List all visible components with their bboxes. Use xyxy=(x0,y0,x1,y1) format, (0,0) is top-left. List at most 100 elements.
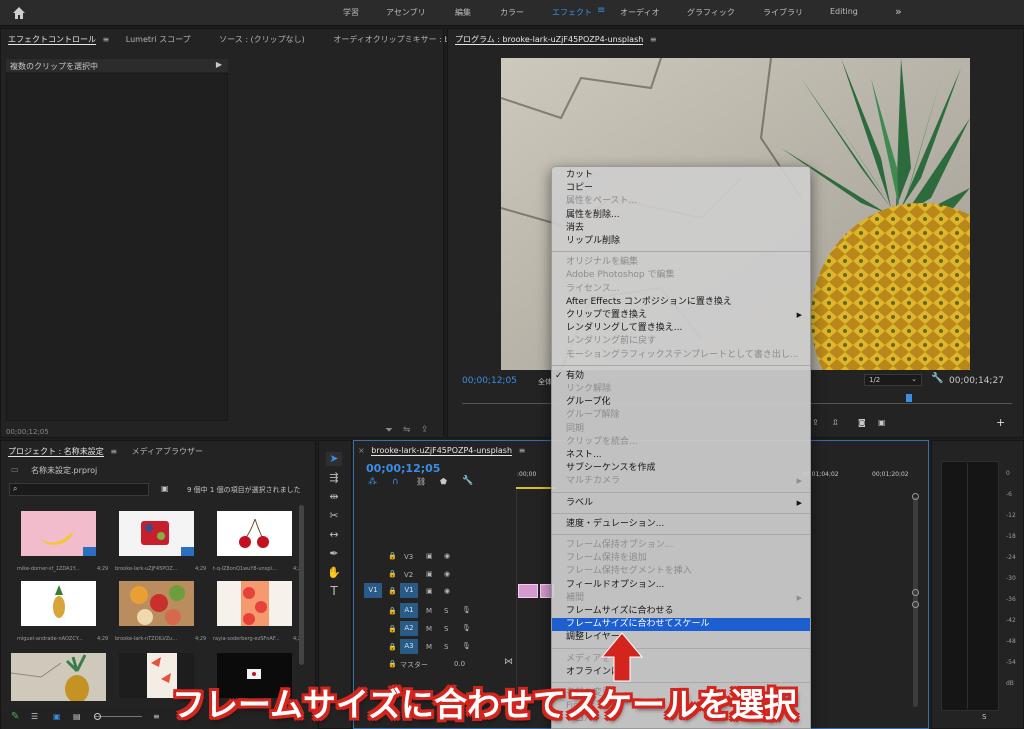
mute-button[interactable]: M xyxy=(426,625,432,633)
resolution-select[interactable]: 1/2 ⌄ xyxy=(864,374,922,386)
scroll-handle[interactable] xyxy=(912,601,919,608)
panel-menu-icon[interactable]: ≡ xyxy=(103,35,110,44)
workspace-tab-effects[interactable]: エフェクト xyxy=(552,7,592,18)
new-bin-icon[interactable]: ▣ xyxy=(161,484,169,493)
lift-icon[interactable]: ⇪ xyxy=(812,418,819,427)
track-lock-icon[interactable]: 🔒 xyxy=(388,587,397,595)
menu-item[interactable]: クリップで置き換え ▶ xyxy=(552,309,810,322)
compare-icon[interactable]: ▣ xyxy=(878,418,886,427)
microphone-icon[interactable]: 🎙 xyxy=(462,624,471,632)
tab-source[interactable]: ソース : (クリップなし) xyxy=(219,35,305,44)
menu-item[interactable]: 速度・デュレーション... xyxy=(552,518,810,531)
track-lock-icon[interactable]: 🔒 xyxy=(388,570,397,578)
menu-item[interactable]: フレームサイズに合わせる xyxy=(552,605,810,618)
solo-button[interactable]: S xyxy=(982,713,986,721)
add-marker-icon[interactable]: ⬟ xyxy=(440,477,447,486)
linked-selection-icon[interactable]: ⛓ xyxy=(416,477,426,486)
pen-tool-icon[interactable]: ✒ xyxy=(326,547,342,561)
camera-icon[interactable]: ◙ xyxy=(858,418,866,427)
clip[interactable] xyxy=(518,584,538,598)
slip-tool-icon[interactable]: ↔ xyxy=(326,528,342,542)
track-lock-icon[interactable]: 🔒 xyxy=(388,607,397,615)
scroll-handle[interactable] xyxy=(912,589,919,596)
tab-audio-clip-mixer[interactable]: オーディオクリップミキサー : br xyxy=(333,35,452,44)
project-search-input[interactable]: ⌕ xyxy=(9,483,149,496)
workspace-tab-graphics[interactable]: グラフィック xyxy=(687,7,735,18)
menu-item[interactable]: 有効 ✓ xyxy=(552,370,810,383)
tab-effect-controls[interactable]: エフェクトコントロール xyxy=(8,35,96,45)
solo-button[interactable]: S xyxy=(444,625,448,633)
freeform-view-icon[interactable]: ▤ xyxy=(73,712,81,721)
tab-lumetri-scopes[interactable]: Lumetri スコープ xyxy=(126,35,191,44)
filter-icon[interactable]: ⏷ xyxy=(385,425,393,436)
track-label-a1[interactable]: A1 xyxy=(400,603,418,618)
workspace-tab-libraries[interactable]: ライブラリ xyxy=(763,7,803,18)
zoom-slider-handle[interactable] xyxy=(94,713,101,720)
loop-icon[interactable]: ⇋ xyxy=(403,425,411,435)
menu-item[interactable]: 属性を削除... xyxy=(552,209,810,222)
workspace-tab-audio[interactable]: オーディオ xyxy=(620,7,659,18)
type-tool-icon[interactable]: T xyxy=(326,584,342,598)
menu-item[interactable]: フレームサイズに合わせてスケール xyxy=(552,618,810,632)
program-monitor-title[interactable]: プログラム : brooke-lark-uZjF45POZP4-unsplash xyxy=(455,35,644,45)
master-value[interactable]: 0.0 xyxy=(454,660,465,668)
menu-item[interactable]: サブシーケンスを作成 xyxy=(552,462,810,475)
extract-icon[interactable]: ⇫ xyxy=(832,418,839,427)
close-icon[interactable]: × xyxy=(358,446,365,455)
workspace-tab-learn[interactable]: 学習 xyxy=(343,7,359,18)
panel-menu-icon[interactable]: ≡ xyxy=(110,447,117,456)
track-label-a2[interactable]: A2 xyxy=(400,621,418,636)
fit-select[interactable]: 全体 xyxy=(538,377,552,387)
track-output-icon[interactable]: ▣ xyxy=(426,552,433,560)
master-arrows-icon[interactable]: ⋈ xyxy=(504,657,513,667)
menu-item[interactable]: グループ化 xyxy=(552,396,810,409)
panel-menu-icon[interactable]: ≡ xyxy=(650,35,657,44)
solo-button[interactable]: S xyxy=(444,643,448,651)
menu-item[interactable]: 消去 xyxy=(552,222,810,235)
ripple-edit-tool-icon[interactable]: ⇹ xyxy=(326,490,342,504)
eye-icon[interactable]: ◉ xyxy=(444,587,450,595)
playhead-marker[interactable] xyxy=(906,394,912,402)
workspace-tab-color[interactable]: カラー xyxy=(500,7,524,18)
sort-icon[interactable]: ≡ xyxy=(153,712,160,721)
workspace-tab-edit[interactable]: 編集 xyxy=(455,7,471,18)
track-lock-icon[interactable]: 🔒 xyxy=(388,643,397,651)
menu-item[interactable]: オフラインに... xyxy=(552,666,810,679)
snap-icon[interactable]: ∩ xyxy=(392,477,399,487)
menu-item[interactable]: フィールドオプション... xyxy=(552,579,810,592)
play-only-icon[interactable]: ▶ xyxy=(216,60,222,69)
hand-tool-icon[interactable]: ✋ xyxy=(326,566,342,580)
workspace-tab-editing[interactable]: Editing xyxy=(830,7,858,16)
sequence-tab[interactable]: brooke-lark-uZjF45POZP4-unsplash xyxy=(371,446,513,456)
menu-item[interactable]: カット xyxy=(552,169,810,182)
more-workspaces-icon[interactable]: » xyxy=(895,5,902,18)
panel-menu-icon[interactable]: ≡ xyxy=(519,446,526,455)
zoom-slider[interactable] xyxy=(94,716,142,717)
program-timecode[interactable]: 00;00;12;05 xyxy=(462,376,517,386)
eye-icon[interactable]: ◉ xyxy=(444,552,450,560)
track-lock-icon[interactable]: 🔒 xyxy=(388,625,397,633)
wrench-icon[interactable]: 🔧 xyxy=(931,373,943,384)
timeline-timecode[interactable]: 00;00;12;05 xyxy=(366,462,440,475)
track-lock-icon[interactable]: 🔒 xyxy=(388,660,397,668)
pencil-icon[interactable]: ✎ xyxy=(11,711,19,722)
home-icon[interactable] xyxy=(11,5,27,21)
track-lock-icon[interactable]: 🔒 xyxy=(388,552,397,560)
tab-media-browser[interactable]: メディアブラウザー xyxy=(132,447,203,456)
list-view-icon[interactable]: ☰ xyxy=(31,712,38,721)
icon-view-icon[interactable]: ▣ xyxy=(53,712,61,721)
microphone-icon[interactable]: 🎙 xyxy=(462,642,471,650)
menu-item[interactable]: レンダリングして置き換え... xyxy=(552,322,810,335)
eye-icon[interactable]: ◉ xyxy=(444,570,450,578)
source-patch-v1[interactable]: V1 xyxy=(364,583,382,598)
workspace-tab-assembly[interactable]: アセンブリ xyxy=(386,7,426,18)
project-scrollbar[interactable] xyxy=(299,505,304,665)
mute-button[interactable]: M xyxy=(426,643,432,651)
hamburger-icon[interactable]: ≡ xyxy=(597,5,605,16)
settings-wrench-icon[interactable]: 🔧 xyxy=(462,476,473,486)
track-output-icon[interactable]: ▣ xyxy=(426,587,433,595)
menu-item[interactable]: 調整レイヤー xyxy=(552,631,810,644)
mute-button[interactable]: M xyxy=(426,607,432,615)
track-label-a3[interactable]: A3 xyxy=(400,639,418,654)
menu-item[interactable]: ネスト... xyxy=(552,449,810,462)
